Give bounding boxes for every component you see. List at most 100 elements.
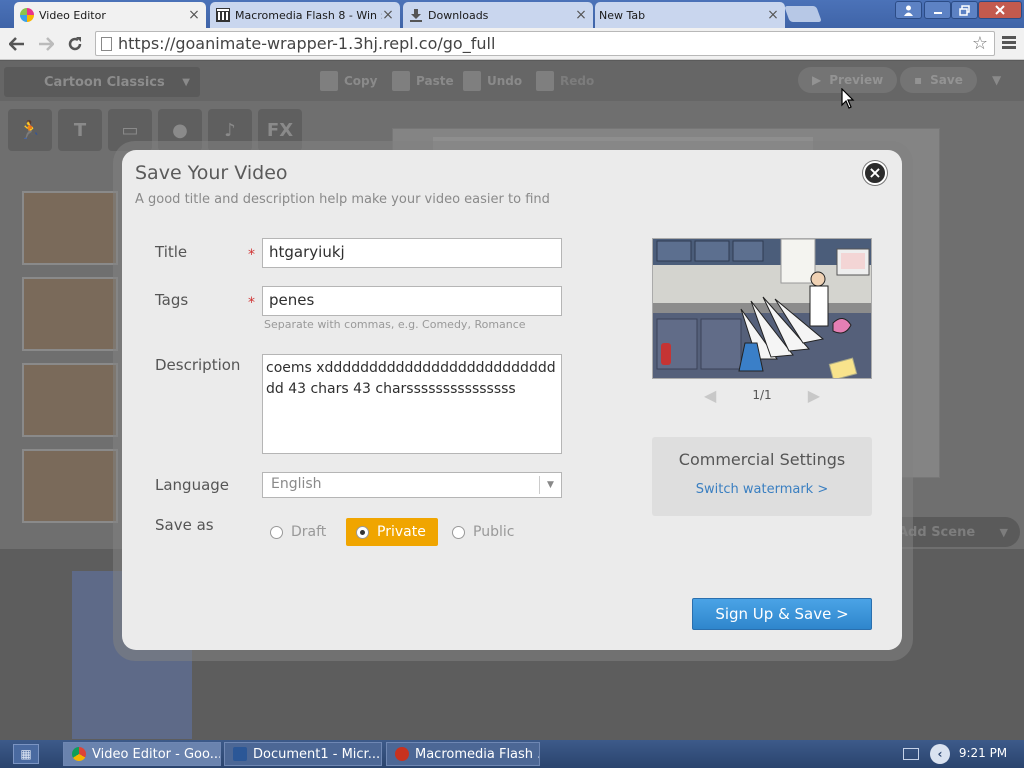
radio-label: Draft xyxy=(291,524,327,540)
description-field[interactable]: coems xdddddddddddddddddddddddddddd 43 c… xyxy=(262,354,562,454)
close-tab-icon[interactable]: × xyxy=(767,8,779,22)
close-icon: × xyxy=(868,163,882,182)
background-thumbnails xyxy=(22,191,118,551)
description-value: coems xdddddddddddddddddddddddddddd 43 c… xyxy=(266,360,556,397)
chevron-down-icon: ▼ xyxy=(182,77,190,88)
browser-tab-strip: Video Editor × Macromedia Flash 8 - Win … xyxy=(0,0,1024,28)
save-as-public-radio[interactable]: Public xyxy=(452,518,514,546)
close-dialog-button[interactable]: × xyxy=(863,161,887,185)
new-tab-button[interactable] xyxy=(784,6,822,22)
title-value: htgaryiukj xyxy=(269,243,345,261)
chrome-menu-icon[interactable] xyxy=(1002,36,1016,51)
tags-hint: Separate with commas, e.g. Comedy, Roman… xyxy=(264,318,526,331)
taskbar-clock[interactable]: 9:21 PM xyxy=(958,746,1008,760)
copy-label: Copy xyxy=(344,74,378,88)
close-window-icon[interactable] xyxy=(978,1,1022,19)
paste-button[interactable]: Paste xyxy=(392,69,454,93)
required-asterisk: * xyxy=(248,295,255,311)
address-bar[interactable]: https://goanimate-wrapper-1.3hj.repl.co/… xyxy=(95,31,995,56)
reload-icon[interactable] xyxy=(63,33,87,55)
paste-label: Paste xyxy=(416,74,454,88)
editor-top-bar: Cartoon Classics ▼ Copy Paste Undo Redo … xyxy=(0,61,1024,101)
radio-circle-icon xyxy=(452,525,465,539)
floppy-icon: ▪ xyxy=(914,73,923,87)
copy-button[interactable]: Copy xyxy=(320,69,377,93)
url-text: https://goanimate-wrapper-1.3hj.repl.co/… xyxy=(118,34,496,53)
restore-icon[interactable] xyxy=(951,1,978,19)
commercial-settings-panel: Commercial Settings Switch watermark > xyxy=(652,437,872,516)
text-category-icon[interactable]: T xyxy=(58,109,102,151)
sign-up-and-save-button[interactable]: Sign Up & Save > xyxy=(692,598,872,630)
redo-button[interactable]: Redo xyxy=(536,69,594,93)
taskbar-item-video-editor[interactable]: Video Editor - Goo... xyxy=(63,742,221,766)
tab-video-editor[interactable]: Video Editor × xyxy=(14,2,206,28)
tags-field[interactable]: penes xyxy=(262,286,562,316)
tab-downloads[interactable]: Downloads × xyxy=(403,2,593,28)
minimize-icon[interactable] xyxy=(924,1,951,19)
pinwheel-favicon-icon xyxy=(20,8,34,22)
title-field[interactable]: htgaryiukj xyxy=(262,238,562,268)
keyboard-tray-icon[interactable] xyxy=(903,748,919,760)
screen: Video Editor × Macromedia Flash 8 - Win … xyxy=(0,0,1024,768)
more-chevron-icon[interactable]: ▼ xyxy=(992,73,1001,87)
tab-macromedia-flash[interactable]: Macromedia Flash 8 - Win : M × xyxy=(210,2,400,28)
close-tab-icon[interactable]: × xyxy=(188,8,200,22)
word-icon xyxy=(233,747,247,761)
required-asterisk: * xyxy=(248,247,255,263)
download-icon xyxy=(409,8,423,22)
background-thumbnail[interactable] xyxy=(22,363,118,437)
library-favicon-icon xyxy=(216,8,230,22)
fx-label: FX xyxy=(266,119,294,141)
tab-label: New Tab xyxy=(599,8,646,22)
next-thumbnail-icon[interactable]: ▶ xyxy=(808,386,820,405)
save-button[interactable]: ▪ Save xyxy=(900,67,977,93)
taskbar-label: Document1 - Micr... xyxy=(253,746,381,762)
close-tab-icon[interactable]: × xyxy=(575,8,587,22)
radio-label: Private xyxy=(377,524,426,540)
commercial-settings-title: Commercial Settings xyxy=(678,450,846,469)
switch-watermark-link[interactable]: Switch watermark > xyxy=(652,482,872,497)
start-menu-icon[interactable]: ▦ xyxy=(13,744,39,764)
thumbnail-pager: ◀ 1/1 ▶ xyxy=(652,386,872,405)
taskbar-label: Macromedia Flash ... xyxy=(415,746,540,762)
redo-label: Redo xyxy=(560,74,595,88)
tab-label: Video Editor xyxy=(39,8,106,22)
chevron-down-icon: ▼ xyxy=(999,525,1008,539)
tags-label: Tags xyxy=(155,291,189,309)
play-icon: ▶ xyxy=(812,73,822,87)
lab-scene-illustration xyxy=(653,239,871,378)
background-thumbnail[interactable] xyxy=(22,449,118,523)
chevron-down-icon: ▼ xyxy=(539,476,561,494)
paste-icon xyxy=(392,71,410,91)
theme-select-label: Cartoon Classics xyxy=(44,74,165,90)
bookmark-star-icon[interactable]: ☆ xyxy=(972,33,988,54)
browser-toolbar: https://goanimate-wrapper-1.3hj.repl.co/… xyxy=(0,28,1024,60)
previous-thumbnail-icon[interactable]: ◀ xyxy=(704,386,716,405)
forward-icon[interactable] xyxy=(34,33,58,55)
tab-new-tab[interactable]: New Tab × xyxy=(595,2,785,28)
video-thumbnail-preview xyxy=(652,238,872,379)
redo-icon xyxy=(536,71,554,91)
back-icon[interactable] xyxy=(5,33,29,55)
taskbar-item-flash[interactable]: Macromedia Flash ... xyxy=(386,742,540,766)
language-value: English xyxy=(271,476,322,492)
page-icon xyxy=(101,37,112,51)
flash-icon xyxy=(395,747,409,761)
taskbar-item-word[interactable]: Document1 - Micr... xyxy=(224,742,382,766)
profile-icon[interactable] xyxy=(895,1,922,19)
undo-button[interactable]: Undo xyxy=(463,69,522,93)
save-as-draft-radio[interactable]: Draft xyxy=(270,518,326,546)
tray-expand-icon[interactable]: ‹ xyxy=(930,744,950,764)
save-video-dialog: Save Your Video A good title and descrip… xyxy=(122,150,902,650)
background-thumbnail[interactable] xyxy=(22,191,118,265)
language-select[interactable]: English ▼ xyxy=(262,472,562,498)
undo-icon xyxy=(463,71,481,91)
sign-up-label: Sign Up & Save > xyxy=(715,605,849,623)
os-taskbar: ▦ Video Editor - Goo... Document1 - Micr… xyxy=(0,740,1024,768)
save-as-private-radio[interactable]: Private xyxy=(346,518,438,546)
character-category-icon[interactable]: 🏃 xyxy=(8,109,52,151)
theme-selector[interactable]: Cartoon Classics ▼ xyxy=(4,67,200,97)
background-thumbnail[interactable] xyxy=(22,277,118,351)
mouse-cursor-icon xyxy=(841,88,855,109)
close-tab-icon[interactable]: × xyxy=(382,8,394,22)
